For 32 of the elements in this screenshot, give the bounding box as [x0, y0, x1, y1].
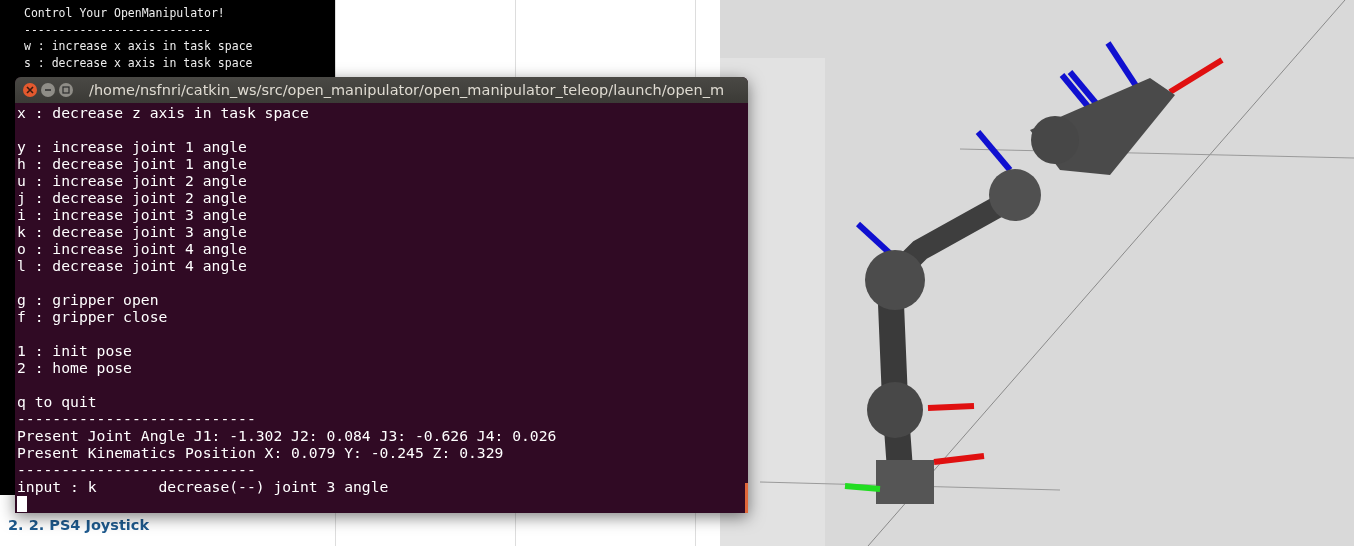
- terminal-line: Present Kinematics Position X: 0.079 Y: -0.245 Z: 0.329: [17, 444, 505, 461]
- terminal-line: Present Joint Angle J1: -1.302 J2: 0.084 J3: -0.626 J4: 0.026: [17, 427, 558, 444]
- terminal-line: i : increase joint 3 angle: [17, 206, 248, 223]
- terminal-line: y : increase joint 1 angle: [17, 138, 248, 155]
- minimize-icon: [44, 86, 52, 94]
- terminal-line: ---------------------------: [24, 21, 212, 38]
- terminal-line: j : decrease joint 2 angle: [17, 189, 248, 206]
- terminal-line: x : decrease z axis in task space: [17, 104, 310, 121]
- terminal-line: Control Your OpenManipulator!: [24, 5, 226, 22]
- terminal-line: l : decrease joint 4 angle: [17, 257, 248, 274]
- section-heading: 2. 2. PS4 Joystick: [8, 517, 150, 533]
- close-button[interactable]: [23, 83, 37, 97]
- terminal-line: g : gripper open: [17, 291, 160, 308]
- terminal-line: o : increase joint 4 angle: [17, 240, 248, 257]
- terminal-line: ---------------------------: [17, 410, 257, 427]
- maximize-icon: [62, 86, 70, 94]
- window-title: /home/nsfnri/catkin_ws/src/open_manipulator/open_manipulator_teleop/launch/open_m: [89, 82, 725, 98]
- terminal-line: 1 : init pose: [17, 342, 133, 359]
- terminal-line: 2 : home pose: [17, 359, 133, 376]
- maximize-button[interactable]: [59, 83, 73, 97]
- terminal-line: u : increase joint 2 angle: [17, 172, 248, 189]
- terminal-line: h : decrease joint 1 angle: [17, 155, 248, 172]
- terminal-line: s : decrease x axis in task space: [24, 54, 254, 71]
- close-icon: [26, 86, 34, 94]
- terminal-line: k : decrease joint 3 angle: [17, 223, 248, 240]
- terminal-line: w : increase x axis in task space: [24, 38, 254, 55]
- terminal-line: input : k decrease(--) joint 3 angle: [17, 478, 390, 495]
- minimize-button[interactable]: [41, 83, 55, 97]
- text-cursor: [17, 496, 27, 512]
- terminal-line: q to quit: [17, 393, 98, 410]
- terminal-line: f : gripper close: [17, 308, 169, 325]
- terminal-line: ---------------------------: [17, 461, 257, 478]
